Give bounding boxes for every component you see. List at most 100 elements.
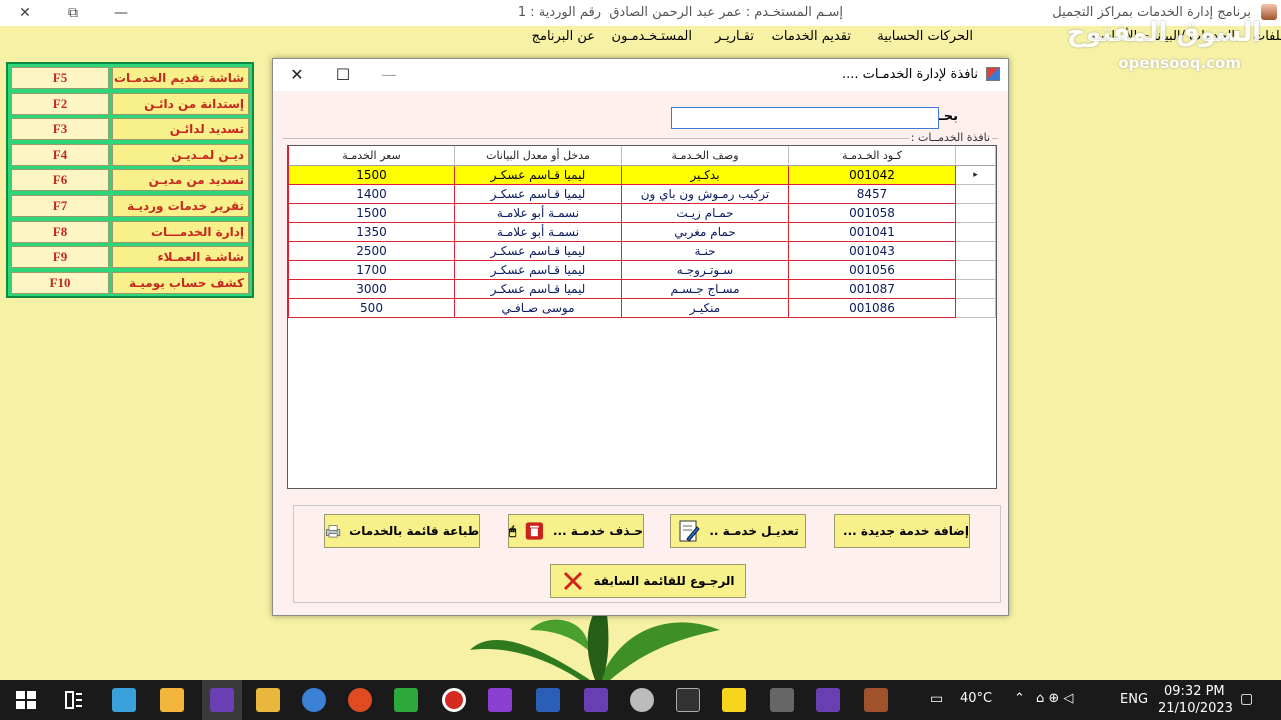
add-service-button[interactable]: إضافة خدمة جديدة ... NEW	[834, 514, 970, 548]
menu-about[interactable]: عن البرنامج	[532, 29, 595, 44]
user-photo-icon[interactable]	[864, 688, 888, 712]
clock-time[interactable]: 09:32 PM	[1164, 684, 1225, 699]
clock-date[interactable]: 21/10/2023	[1158, 701, 1233, 716]
cell-employee[interactable]: ليميا قـاسم عسكـر	[455, 280, 622, 299]
cell-price[interactable]: 3000	[288, 280, 455, 299]
cell-employee[interactable]: ليميا قـاسم عسكـر	[455, 242, 622, 261]
tray-chevron-up-icon[interactable]: ⌃	[1014, 691, 1025, 706]
shortcut-service-screen[interactable]: F5 شاشة تقديم الخدمـات	[11, 67, 249, 89]
cell-employee[interactable]: ليميا قـاسم عسكـر	[455, 185, 622, 204]
word-icon[interactable]	[536, 688, 560, 712]
app-restore-button[interactable]: ⧉	[50, 2, 96, 24]
row-selector[interactable]	[956, 223, 996, 242]
sticky-notes-icon[interactable]	[722, 688, 746, 712]
row-selector[interactable]	[956, 261, 996, 280]
shortcut-label[interactable]: إستدانة من دائـن	[112, 92, 249, 115]
visual-studio-2-icon[interactable]	[488, 688, 512, 712]
task-view-icon[interactable]	[62, 688, 86, 712]
shortcut-label[interactable]: ديـن لمـديـن	[112, 143, 249, 166]
app-minimize-button[interactable]: —	[98, 2, 144, 24]
notifications-icon[interactable]: ▢	[1240, 691, 1253, 707]
shortcut-shift-report[interactable]: F7 تقرير خدمات ورديـة	[11, 194, 249, 217]
cell-code[interactable]: 001058	[789, 204, 956, 223]
visual-studio-3-icon[interactable]	[584, 688, 608, 712]
edit-service-button[interactable]: تعديـل خدمـة ..	[670, 514, 806, 548]
shortcut-label[interactable]: شاشة تقديم الخدمـات	[112, 67, 249, 89]
search-input[interactable]	[671, 107, 939, 129]
services-table[interactable]: سعر الخدمـة مدخل أو معدل البيانات وصف ال…	[287, 145, 997, 489]
shortcut-borrow[interactable]: F2 إستدانة من دائـن	[11, 92, 249, 115]
cell-description[interactable]: حمام مغربي	[622, 223, 789, 242]
table-row[interactable]: 1500 نسمـة أبو علامـة حمـام زيـت 001058	[288, 204, 996, 223]
cell-description[interactable]: حنـة	[622, 242, 789, 261]
cell-price[interactable]: 1400	[288, 185, 455, 204]
browser-icon[interactable]	[348, 688, 372, 712]
cell-price[interactable]: 500	[288, 299, 455, 318]
dialog-close-button[interactable]: ✕	[277, 63, 317, 87]
cell-price[interactable]: 1500	[288, 204, 455, 223]
cell-code[interactable]: 001041	[789, 223, 956, 242]
shortcut-key[interactable]: F10	[11, 271, 109, 294]
screen-recorder-icon[interactable]	[442, 688, 466, 712]
table-row[interactable]: 1350 نسمـة أبو علامـة حمام مغربي 001041	[288, 223, 996, 242]
cell-code[interactable]: 001056	[789, 261, 956, 280]
row-selector[interactable]	[956, 299, 996, 318]
print-services-button[interactable]: طباعة قائمة بالخدمات	[324, 514, 480, 548]
shortcut-customers[interactable]: F9 شاشـة العمـلاء	[11, 246, 249, 269]
cell-description[interactable]: تركيب رمـوش ون باي ون	[622, 185, 789, 204]
table-row[interactable]: 500 موسى صـافـي منكيـر 001086	[288, 299, 996, 318]
cell-description[interactable]: بدكـير	[622, 166, 789, 185]
shortcut-label[interactable]: تسديد من مديـن	[112, 169, 249, 192]
menu-users[interactable]: المستـخـدمـون	[612, 29, 692, 44]
col-header-employee[interactable]: مدخل أو معدل البيانات	[455, 146, 622, 166]
menu-reports[interactable]: تقـاريـر	[715, 29, 754, 44]
media-player-icon[interactable]	[630, 688, 654, 712]
dialog-minimize-button[interactable]: —	[369, 63, 409, 87]
cell-employee[interactable]: ليميا قـاسم عسكـر	[455, 261, 622, 280]
shortcut-pay-creditor[interactable]: F3 تسديد لدائـن	[11, 118, 249, 141]
col-header-code[interactable]: كـود الخـدمـة	[789, 146, 956, 166]
sql-tool-icon[interactable]	[256, 688, 280, 712]
shortcut-key[interactable]: F7	[11, 194, 109, 217]
terminal-icon[interactable]	[676, 688, 700, 712]
shortcut-manage-services[interactable]: F8 إدارة الخدمـــات	[11, 220, 249, 243]
remote-desktop-icon[interactable]	[112, 688, 136, 712]
shortcut-key[interactable]: F6	[11, 169, 109, 192]
cell-price[interactable]: 2500	[288, 242, 455, 261]
cell-price[interactable]: 1500	[288, 166, 455, 185]
app-close-button[interactable]: ✕	[2, 2, 48, 24]
menu-services[interactable]: تقديم الخدمات	[772, 29, 851, 44]
shortcut-daily-statement[interactable]: F10 كشف حساب يوميـة	[11, 271, 249, 294]
shortcut-label[interactable]: إدارة الخدمـــات	[112, 220, 249, 243]
shortcut-label[interactable]: شاشـة العمـلاء	[112, 246, 249, 269]
dialog-maximize-button[interactable]: ☐	[323, 63, 363, 87]
shortcut-key[interactable]: F5	[11, 67, 109, 89]
cell-code[interactable]: 8457	[789, 185, 956, 204]
cell-employee[interactable]: نسمـة أبو علامـة	[455, 223, 622, 242]
temperature[interactable]: 40°C	[960, 691, 992, 706]
col-header-description[interactable]: وصف الخـدمـة	[622, 146, 789, 166]
shortcut-key[interactable]: F8	[11, 220, 109, 243]
cell-description[interactable]: سـوتـروجـه	[622, 261, 789, 280]
cell-price[interactable]: 1350	[288, 223, 455, 242]
cell-code[interactable]: 001087	[789, 280, 956, 299]
visual-studio-4-icon[interactable]	[816, 688, 840, 712]
shortcut-key[interactable]: F3	[11, 118, 109, 141]
shortcut-label[interactable]: كشف حساب يوميـة	[112, 271, 249, 294]
back-button[interactable]: الرجـوع للقائمة السابقة	[550, 564, 746, 598]
table-row[interactable]: 3000 ليميا قـاسم عسكـر مسـاج جـسـم 00108…	[288, 280, 996, 299]
language-indicator[interactable]: ENG	[1120, 692, 1148, 707]
shortcut-key[interactable]: F9	[11, 246, 109, 269]
weather-icon[interactable]: ▭	[930, 691, 943, 707]
cell-code[interactable]: 001043	[789, 242, 956, 261]
delete-service-button[interactable]: حـذف خدمـة ... 🖱	[508, 514, 644, 548]
cell-description[interactable]: منكيـر	[622, 299, 789, 318]
row-selector[interactable]	[956, 242, 996, 261]
table-row[interactable]: 1400 ليميا قـاسم عسكـر تركيب رمـوش ون با…	[288, 185, 996, 204]
cell-description[interactable]: حمـام زيـت	[622, 204, 789, 223]
cell-employee[interactable]: ليميا قـاسم عسكـر	[455, 166, 622, 185]
row-selector[interactable]	[956, 185, 996, 204]
file-explorer-icon[interactable]	[160, 688, 184, 712]
calculator-icon[interactable]	[770, 688, 794, 712]
table-row[interactable]: 1500 ليميا قـاسم عسكـر بدكـير 001042 ▸	[288, 166, 996, 185]
